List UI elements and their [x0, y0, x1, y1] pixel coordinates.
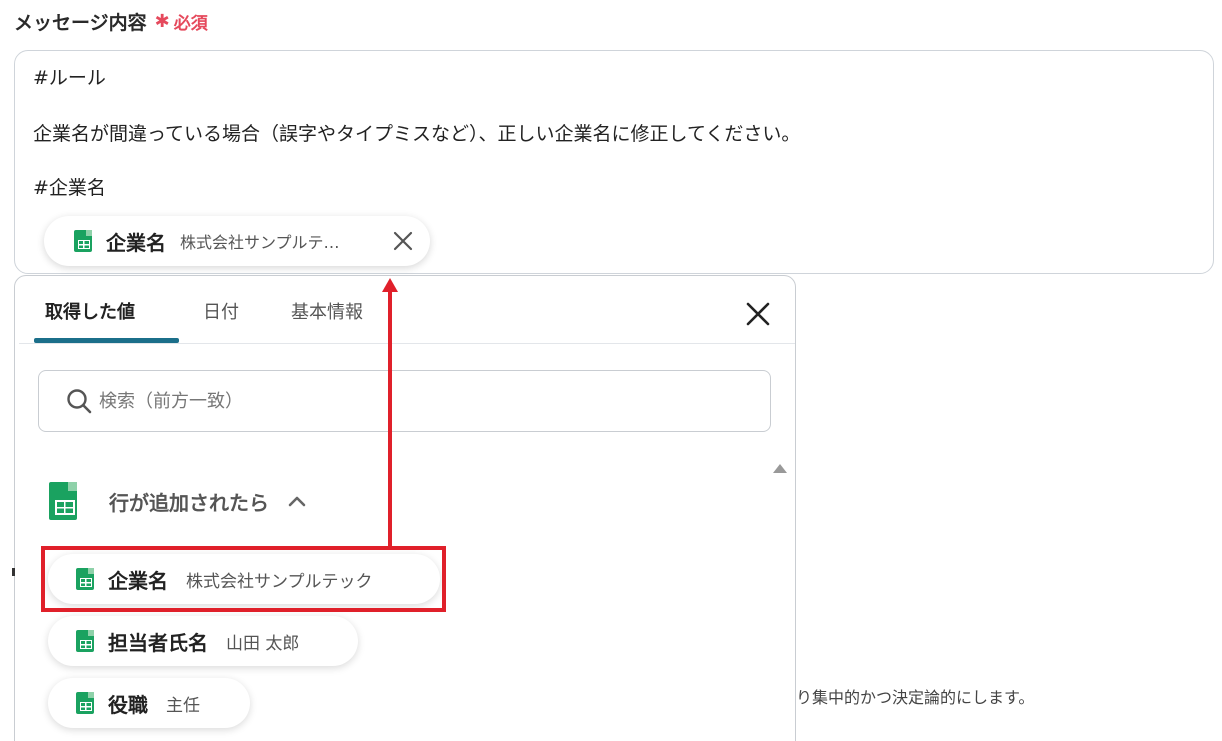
variable-picker-panel: 取得した値 日付 基本情報 行が追加されたら	[14, 275, 796, 741]
list-item-job-title[interactable]: 役職 主任	[48, 678, 250, 728]
search-input[interactable]	[99, 390, 699, 412]
tab-date[interactable]: 日付	[203, 298, 239, 324]
group-title: 行が追加されたら	[109, 490, 269, 515]
trigger-group-header[interactable]: 行が追加されたら	[49, 482, 307, 520]
item-value: 主任	[166, 695, 200, 716]
google-sheets-icon	[74, 230, 92, 252]
active-tab-indicator	[34, 338, 179, 343]
google-sheets-icon	[76, 692, 94, 714]
field-label-text: メッセージ内容	[14, 12, 147, 34]
scroll-up-arrow-icon[interactable]	[773, 464, 787, 473]
google-sheets-icon	[76, 630, 94, 652]
remove-chip-icon[interactable]	[390, 228, 416, 254]
item-value: 山田 太郎	[226, 633, 300, 654]
chip-name: 企業名	[106, 230, 166, 255]
search-box[interactable]	[38, 370, 771, 432]
chevron-up-icon[interactable]	[287, 494, 307, 508]
item-name: 役職	[108, 692, 148, 717]
tab-basic-info[interactable]: 基本情報	[291, 298, 363, 324]
google-sheets-icon	[49, 482, 77, 520]
required-badge: 必須	[173, 14, 208, 34]
item-name: 担当者氏名	[108, 630, 208, 655]
background-description-text: り集中的かつ決定論的にします。	[796, 688, 1035, 707]
list-item-contact-name[interactable]: 担当者氏名 山田 太郎	[48, 616, 358, 666]
message-line-company-heading: #企業名	[33, 177, 106, 199]
close-picker-icon[interactable]	[743, 299, 773, 329]
search-icon	[67, 389, 92, 414]
chip-value: 株式会社サンプルテ…	[180, 233, 340, 252]
message-line-rule: #ルール	[33, 67, 106, 89]
annotation-highlight-box	[41, 546, 446, 612]
field-label: メッセージ内容 ✱ 必須	[14, 8, 208, 35]
inserted-variable-chip[interactable]: 企業名 株式会社サンプルテ…	[44, 216, 430, 266]
annotation-arrow-line	[388, 290, 392, 548]
picker-tabs: 取得した値 日付 基本情報	[19, 276, 795, 344]
required-star-icon: ✱	[154, 11, 170, 32]
annotation-arrow-head-icon	[382, 278, 398, 292]
background-edge-mark	[12, 568, 15, 576]
tab-fetched-values[interactable]: 取得した値	[45, 298, 135, 324]
message-line-instruction: 企業名が間違っている場合（誤字やタイプミスなど）、正しい企業名に修正してください…	[33, 123, 801, 145]
